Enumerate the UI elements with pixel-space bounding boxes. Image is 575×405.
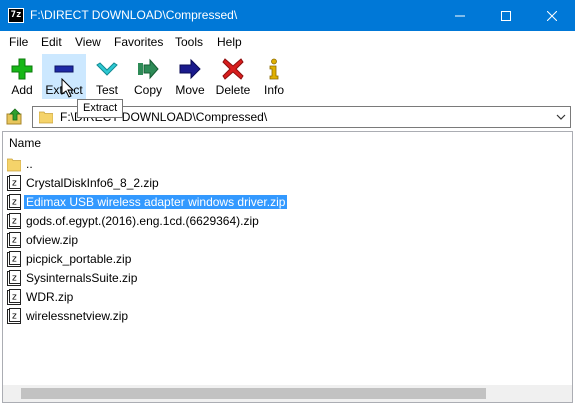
add-button-label: Add (11, 83, 33, 97)
svg-text:z: z (12, 216, 17, 226)
svg-text:z: z (12, 235, 17, 245)
info-icon (269, 58, 279, 80)
copy-button-label: Copy (133, 83, 162, 97)
minus-icon (54, 65, 74, 73)
zip-archive-icon: z (7, 269, 21, 286)
window-title: F:\DIRECT DOWNLOAD\Compressed\ (30, 8, 238, 22)
info-button[interactable]: Info (258, 54, 290, 99)
add-button[interactable]: Add (4, 54, 40, 99)
file-name: wirelessnetview.zip (26, 308, 129, 323)
svg-text:z: z (12, 292, 17, 302)
file-name: WDR.zip (26, 289, 74, 304)
menu-favorites[interactable]: Favorites (114, 35, 163, 49)
delete-button[interactable]: Delete (212, 54, 254, 99)
maximize-icon (501, 10, 511, 21)
svg-text:z: z (12, 311, 17, 321)
file-name: Edimax USB wireless adapter windows driv… (24, 194, 288, 209)
menu-bar: File Edit View Favorites Tools Help (0, 31, 575, 52)
svg-text:z: z (12, 197, 17, 207)
zip-archive-icon: z (7, 307, 21, 324)
test-button[interactable]: Test (88, 54, 126, 99)
zip-archive-icon: z (7, 288, 21, 305)
list-item[interactable]: z SysinternalsSuite.zip (7, 268, 139, 287)
move-arrow-icon (179, 58, 201, 80)
list-item[interactable]: z picpick_portable.zip (7, 249, 133, 268)
plus-icon (11, 58, 33, 80)
close-button[interactable] (529, 0, 575, 31)
list-item-parent[interactable]: .. (7, 154, 35, 173)
move-button-label: Move (175, 83, 205, 97)
column-header-label: Name (9, 136, 42, 150)
copy-button[interactable]: Copy (128, 54, 168, 99)
svg-text:z: z (12, 178, 17, 188)
list-item[interactable]: z WDR.zip (7, 287, 75, 306)
zip-archive-icon: z (7, 212, 21, 229)
scrollbar-thumb[interactable] (21, 388, 486, 399)
toolbar: Add Extract Test Copy Move Delete (0, 52, 575, 101)
close-icon (547, 10, 557, 21)
title-bar: 7z F:\DIRECT DOWNLOAD\Compressed\ (0, 0, 575, 31)
menu-help[interactable]: Help (217, 35, 242, 49)
move-button[interactable]: Move (170, 54, 210, 99)
folder-up-icon[interactable] (6, 108, 24, 126)
list-item[interactable]: z wirelessnetview.zip (7, 306, 130, 325)
zip-archive-icon: z (7, 250, 21, 267)
menu-tools[interactable]: Tools (175, 35, 203, 49)
mouse-cursor-icon (61, 78, 75, 98)
list-item[interactable]: z ofview.zip (7, 230, 80, 249)
file-name: CrystalDiskInfo6_8_2.zip (26, 175, 159, 190)
zip-archive-icon: z (7, 174, 21, 191)
file-name: ofview.zip (26, 232, 79, 247)
minimize-icon (455, 15, 465, 16)
file-list: Name .. z CrystalDiskInfo6_8_2.zip z Edi… (2, 131, 573, 403)
zip-archive-icon: z (7, 231, 21, 248)
menu-edit[interactable]: Edit (41, 35, 62, 49)
file-name: SysinternalsSuite.zip (26, 270, 138, 285)
zip-archive-icon: z (7, 193, 21, 210)
menu-view[interactable]: View (75, 35, 101, 49)
minimize-button[interactable] (437, 0, 483, 31)
file-name: gods.of.egypt.(2016).eng.1cd.(6629364).z… (26, 213, 259, 228)
check-icon (96, 62, 118, 76)
list-item[interactable]: z gods.of.egypt.(2016).eng.1cd.(6629364)… (7, 211, 261, 230)
7zip-app-icon[interactable]: 7z (8, 8, 24, 23)
folder-icon (39, 111, 53, 124)
list-item[interactable]: z CrystalDiskInfo6_8_2.zip (7, 173, 161, 192)
column-header-name[interactable]: Name (3, 132, 572, 154)
svg-text:z: z (12, 273, 17, 283)
copy-arrow-icon (138, 58, 159, 80)
file-name: .. (26, 156, 33, 171)
delete-x-icon (222, 58, 244, 80)
delete-button-label: Delete (215, 83, 251, 97)
menu-file[interactable]: File (9, 35, 28, 49)
info-button-label: Info (263, 83, 284, 97)
maximize-button[interactable] (483, 0, 529, 31)
svg-text:z: z (12, 254, 17, 264)
horizontal-scrollbar[interactable] (3, 385, 572, 402)
list-item-selected[interactable]: z Edimax USB wireless adapter windows dr… (7, 192, 288, 211)
tooltip-extract: Extract (77, 99, 124, 118)
file-name: picpick_portable.zip (26, 251, 132, 266)
test-button-label: Test (95, 83, 118, 97)
folder-icon (7, 158, 21, 171)
chevron-down-icon[interactable] (556, 113, 566, 121)
